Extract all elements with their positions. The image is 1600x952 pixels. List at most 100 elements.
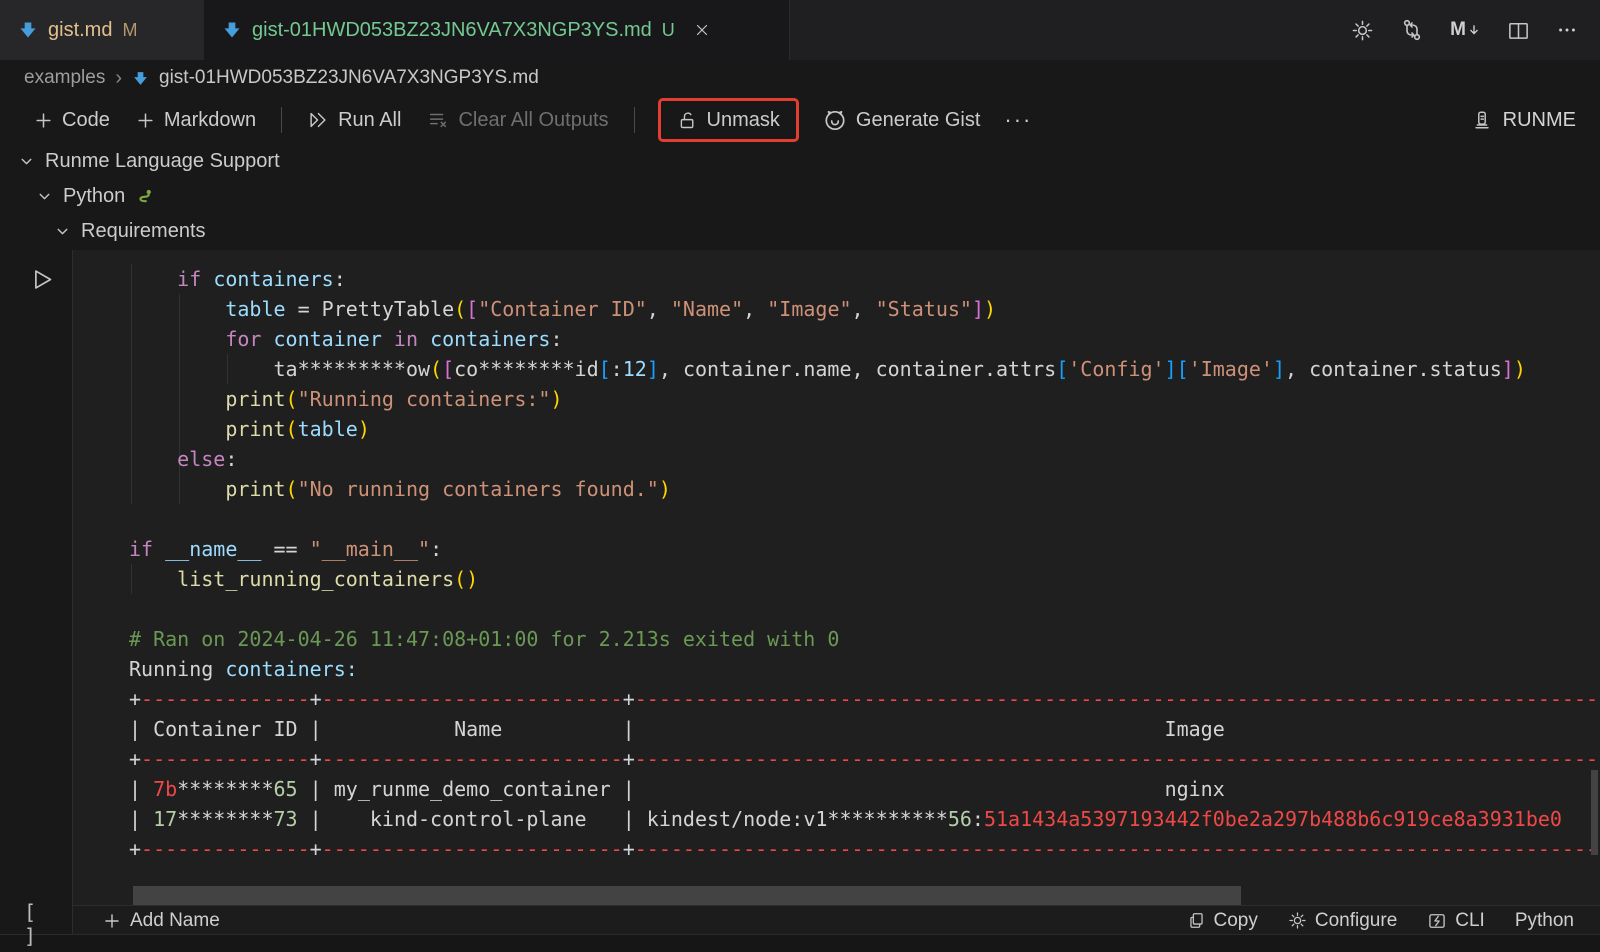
breadcrumb-folder[interactable]: examples xyxy=(24,67,105,89)
more-actions-icon[interactable] xyxy=(1556,19,1578,41)
tab-untracked-badge: U xyxy=(662,20,675,41)
add-markdown-cell-button[interactable]: Markdown xyxy=(126,100,266,140)
code-token: ******** xyxy=(177,777,273,801)
outline-item-python[interactable]: Python xyxy=(0,179,1600,214)
outline-label: Runme Language Support xyxy=(45,150,280,173)
outline-item-requirements[interactable]: Requirements xyxy=(0,214,1600,249)
cell-language-indicator[interactable]: Python xyxy=(1507,910,1582,932)
code-token: # Ran on 2024-04-26 11:47:08+01:00 for 2… xyxy=(129,627,839,651)
unmask-button-highlighted[interactable]: Unmask xyxy=(658,98,799,142)
code-token: ----------------------------------------… xyxy=(635,747,1600,771)
tab-gist-md[interactable]: gist.md M xyxy=(0,0,204,60)
clear-all-icon xyxy=(427,109,449,131)
code-token: print xyxy=(225,417,285,441)
gear-icon xyxy=(1288,911,1307,930)
code-token: print xyxy=(225,387,285,411)
session-compare-icon[interactable] xyxy=(1400,18,1424,42)
code-token: 12 xyxy=(623,357,647,381)
plus-icon xyxy=(34,111,53,130)
outline-label: Requirements xyxy=(81,220,206,243)
configure-button[interactable]: Configure xyxy=(1280,910,1405,932)
plus-icon xyxy=(136,111,155,130)
code-line: +--------------+------------------------… xyxy=(129,834,1600,864)
vertical-scrollbar[interactable] xyxy=(1591,770,1598,855)
code-token: ( xyxy=(286,417,298,441)
snake-emoji-icon xyxy=(135,187,155,207)
split-editor-icon[interactable] xyxy=(1507,19,1530,42)
code-token xyxy=(129,387,225,411)
button-label: Copy xyxy=(1214,910,1258,932)
code-token: [ xyxy=(599,357,611,381)
code-token xyxy=(129,447,177,471)
cell-gutter: [ ] xyxy=(0,250,72,934)
add-name-button[interactable]: Add Name xyxy=(103,910,220,932)
generate-gist-button[interactable]: Generate Gist xyxy=(813,100,991,140)
code-token xyxy=(129,327,225,351)
terminal-cli-icon xyxy=(1427,911,1447,931)
code-line: print(table) xyxy=(129,414,1600,444)
breadcrumb-chevron: › xyxy=(115,67,122,90)
close-icon[interactable] xyxy=(693,21,711,39)
github-octocat-icon xyxy=(823,108,847,132)
toolbar-more-button[interactable]: ··· xyxy=(996,107,1040,133)
code-token: 7b xyxy=(153,777,177,801)
code-token: "No running containers found." xyxy=(298,477,659,501)
clear-all-outputs-button: Clear All Outputs xyxy=(417,100,618,140)
code-token: -------------- xyxy=(141,687,310,711)
tab-gist-01hwd-md-active[interactable]: gist-01HWD053BZ23JN6VA7X3NGP3YS.md U xyxy=(204,0,790,60)
button-label: CLI xyxy=(1455,910,1485,932)
code-editor[interactable]: if containers: table = PrettyTable(["Con… xyxy=(129,264,1600,864)
code-token: print xyxy=(225,477,285,501)
code-token: [ xyxy=(466,297,478,321)
code-line xyxy=(129,504,1600,534)
code-token: ) xyxy=(1514,357,1526,381)
code-token: ) xyxy=(358,417,370,441)
code-token xyxy=(129,567,177,591)
code-line: if containers: xyxy=(129,264,1600,294)
tab-label: gist.md xyxy=(48,19,112,42)
toolbar-divider xyxy=(634,107,635,133)
code-token: + xyxy=(129,687,141,711)
run-all-icon xyxy=(307,109,329,131)
run-all-button[interactable]: Run All xyxy=(297,100,411,140)
code-token: "Image" xyxy=(767,297,851,321)
runme-file-icon xyxy=(222,20,242,40)
cell-editor-area[interactable]: if containers: table = PrettyTable(["Con… xyxy=(72,250,1600,934)
code-token: container xyxy=(274,327,382,351)
breadcrumb: examples › gist-01HWD053BZ23JN6VA7X3NGP3… xyxy=(0,60,1600,96)
notebook-code-cell: [ ] if containers: table = PrettyTable([… xyxy=(0,250,1600,935)
code-token: ------------------------- xyxy=(322,687,623,711)
notebook-toolbar: Code Markdown Run All Clear All Outputs … xyxy=(0,96,1600,144)
button-label: Generate Gist xyxy=(856,109,981,132)
code-token xyxy=(129,297,225,321)
code-token: ( xyxy=(286,477,298,501)
breadcrumb-file[interactable]: gist-01HWD053BZ23JN6VA7X3NGP3YS.md xyxy=(159,67,539,89)
code-token: : xyxy=(430,537,442,561)
code-token: ( xyxy=(286,387,298,411)
markdown-preview-icon[interactable]: M xyxy=(1450,19,1481,41)
language-label: Python xyxy=(1515,910,1574,932)
code-token xyxy=(129,267,177,291)
button-label: Code xyxy=(62,109,110,132)
copy-button[interactable]: Copy xyxy=(1179,910,1266,932)
code-token: + xyxy=(310,687,322,711)
code-token: containers xyxy=(213,267,333,291)
code-token: list_running_containers xyxy=(177,567,454,591)
add-code-cell-button[interactable]: Code xyxy=(24,100,120,140)
code-token: ------------------------- xyxy=(322,747,623,771)
button-label: Markdown xyxy=(164,109,256,132)
code-token: 'Config' xyxy=(1068,357,1164,381)
code-token xyxy=(129,417,225,441)
code-token: ] xyxy=(1273,357,1285,381)
code-token: () xyxy=(454,567,478,591)
outline-item-runme-language-support[interactable]: Runme Language Support xyxy=(0,144,1600,179)
plus-icon xyxy=(103,912,121,930)
code-token: "Name" xyxy=(671,297,743,321)
chevron-down-icon xyxy=(54,223,71,240)
horizontal-scrollbar[interactable] xyxy=(133,886,1241,905)
code-token: , xyxy=(743,297,767,321)
settings-gear-icon[interactable] xyxy=(1351,19,1374,42)
cli-button[interactable]: CLI xyxy=(1419,910,1493,932)
code-token: -------------- xyxy=(141,837,310,861)
run-cell-button[interactable] xyxy=(28,266,55,293)
